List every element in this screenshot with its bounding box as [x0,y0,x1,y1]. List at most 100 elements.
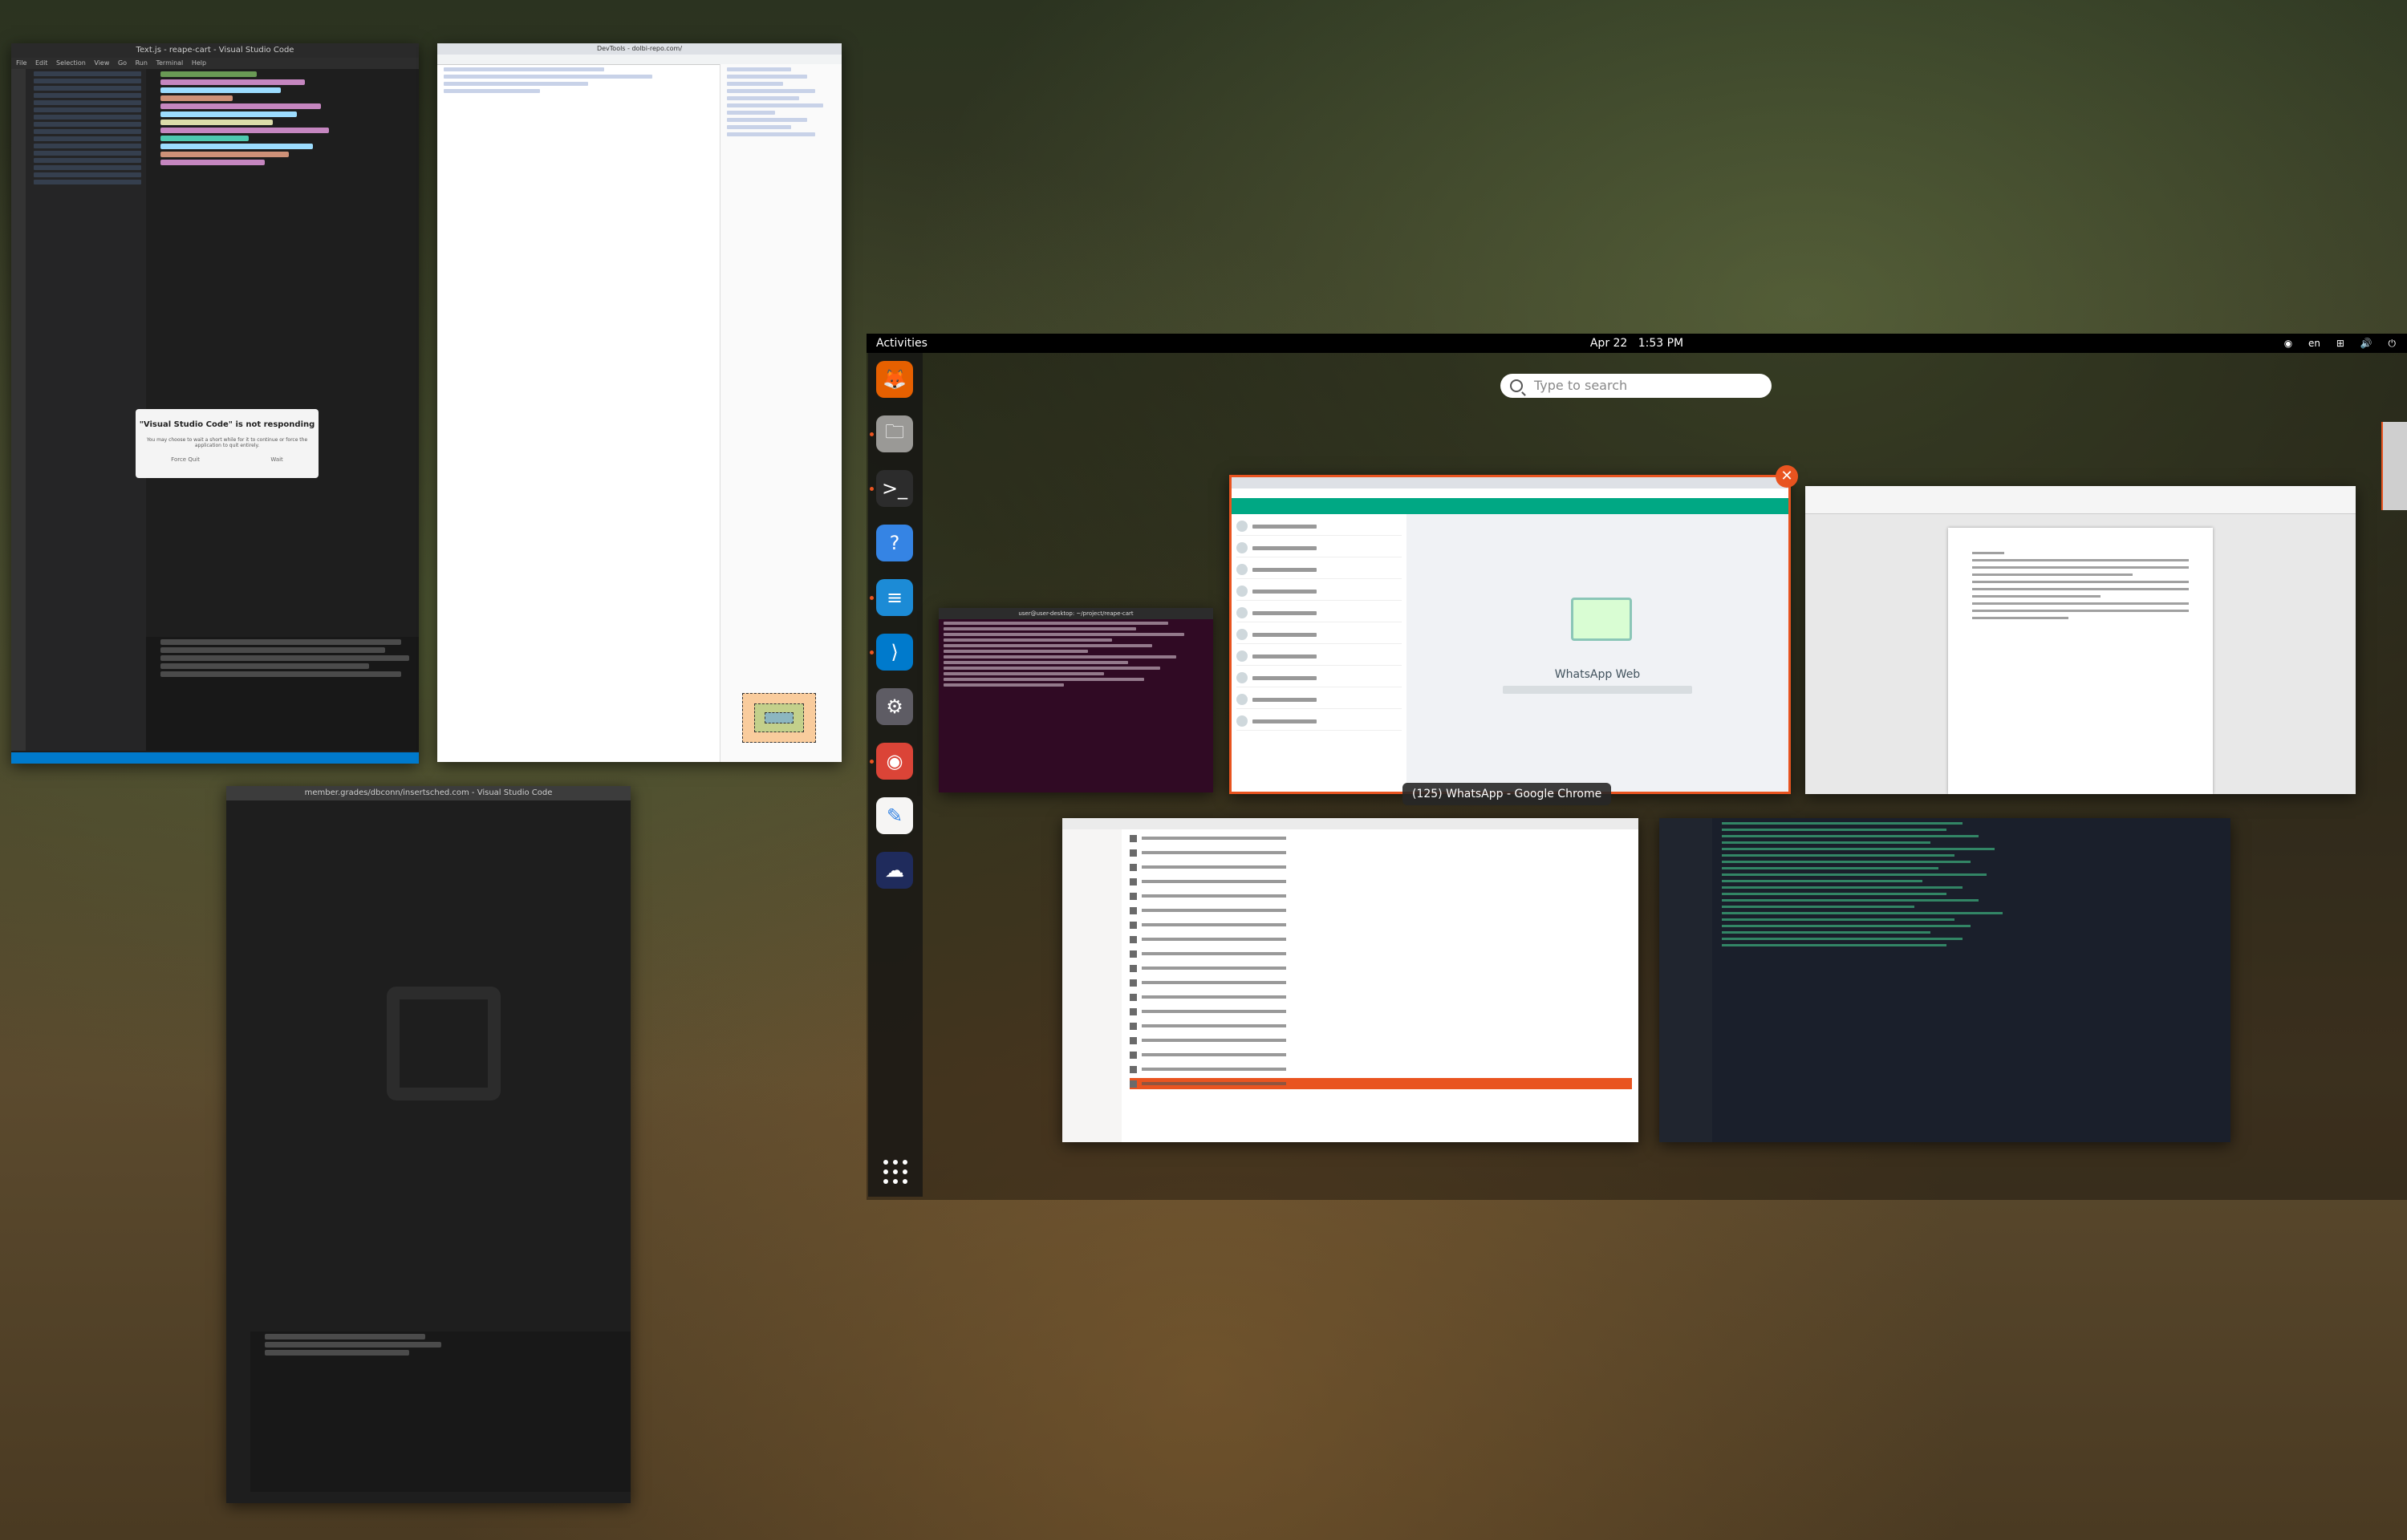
writer-toolbar[interactable] [1805,486,2356,514]
tree-item[interactable] [34,144,141,148]
tree-item[interactable] [34,129,141,134]
tree-item[interactable] [34,136,141,141]
file-row[interactable] [1130,1020,1632,1031]
wait-button[interactable]: Wait [270,456,282,463]
firefox-icon[interactable]: 🦊 [876,361,913,398]
dom-line[interactable] [444,75,652,79]
file-row[interactable] [1130,847,1632,858]
file-row[interactable] [1130,948,1632,959]
files-icon[interactable]: 🗀 [876,415,913,452]
file-row[interactable] [1130,861,1632,873]
menu-selection[interactable]: Selection [56,59,86,67]
clock[interactable]: Apr 22 1:53 PM [867,334,2407,353]
chat-item[interactable] [1236,691,1402,709]
chrome-tray-icon[interactable]: ◉ [2284,338,2292,349]
log-content[interactable] [1712,818,2230,1142]
chat-item[interactable] [1236,517,1402,536]
not-responding-dialog[interactable]: "Visual Studio Code" is not responding Y… [136,409,319,478]
tree-item[interactable] [34,172,141,177]
show-apps-icon[interactable] [882,1158,909,1185]
files-window[interactable] [1062,818,1638,1142]
chat-item[interactable] [1236,626,1402,644]
tree-item[interactable] [34,71,141,76]
file-row[interactable] [1130,876,1632,887]
tree-item[interactable] [34,100,141,105]
chrome-icon[interactable]: ◉ [876,743,913,780]
files-sidebar[interactable] [1062,829,1122,1142]
file-row[interactable] [1130,962,1632,974]
menu-go[interactable]: Go [118,59,127,67]
chat-list[interactable] [1232,514,1407,792]
chrome-whatsapp-window[interactable]: WhatsApp Web [1229,475,1791,794]
menu-edit[interactable]: Edit [35,59,48,67]
offscreen-window-edge[interactable] [2381,422,2407,510]
writer-icon[interactable]: ≡ [876,579,913,616]
volume-icon[interactable]: 🔊 [2360,338,2372,349]
search-input[interactable]: Type to search [1500,374,1772,398]
log-viewer-window[interactable] [1659,818,2230,1142]
tree-item[interactable] [34,79,141,83]
chat-item[interactable] [1236,561,1402,579]
terminal-icon[interactable]: >_ [876,470,913,507]
tree-item[interactable] [34,158,141,163]
menu-run[interactable]: Run [136,59,148,67]
code-editor[interactable] [146,69,419,614]
power-icon[interactable]: ⏻ [2389,338,2397,349]
chat-item[interactable] [1236,669,1402,687]
tree-item[interactable] [34,107,141,112]
file-row[interactable] [1130,1006,1632,1017]
file-row[interactable] [1130,991,1632,1003]
file-row[interactable] [1130,890,1632,902]
vscode-window[interactable]: Text.js - reape-cart - Visual Studio Cod… [11,43,419,764]
file-row[interactable] [1130,1064,1632,1075]
log-sidebar[interactable] [1659,818,1712,1142]
file-row[interactable] [1130,919,1632,930]
file-row[interactable] [1130,1049,1632,1060]
menu-view[interactable]: View [94,59,109,67]
elements-panel[interactable] [437,64,720,762]
dom-line[interactable] [444,82,588,86]
language-indicator[interactable]: en [2308,338,2320,349]
tree-item[interactable] [34,151,141,156]
chat-item[interactable] [1236,604,1402,622]
menu-bar[interactable]: File Edit Selection View Go Run Terminal… [11,58,419,69]
dom-line[interactable] [444,89,540,93]
file-row[interactable] [1130,977,1632,988]
dock[interactable]: 🦊 🗀 >_? ≡ ⟩ ⚙ ◉ ✎ ☁ [868,353,923,1197]
file-row[interactable] [1130,905,1632,916]
cloud-app-icon[interactable]: ☁ [876,852,913,889]
activity-bar[interactable] [11,69,26,751]
menu-help[interactable]: Help [192,59,206,67]
tree-item[interactable] [34,122,141,127]
file-row[interactable] [1130,833,1632,844]
files-header[interactable] [1062,818,1638,829]
settings-icon[interactable]: ⚙ [876,688,913,725]
system-tray[interactable]: ◉ en ⊞ 🔊 ⏻ [2271,334,2396,353]
network-icon[interactable]: ⊞ [2336,338,2344,349]
vscode-window-secondary[interactable]: member.grades/dbconn/insertsched.com - V… [226,786,631,1503]
chat-item[interactable] [1236,647,1402,666]
chat-item[interactable] [1236,582,1402,601]
styles-panel[interactable] [720,64,842,762]
close-window-button[interactable]: ✕ [1776,465,1798,488]
file-row[interactable] [1130,934,1632,945]
tree-item[interactable] [34,180,141,184]
file-row-selected[interactable] [1130,1078,1632,1089]
force-quit-button[interactable]: Force Quit [171,456,200,463]
help-icon[interactable]: ? [876,525,913,561]
vscode-icon[interactable]: ⟩ [876,634,913,671]
menu-terminal[interactable]: Terminal [156,59,183,67]
libreoffice-writer-window[interactable] [1805,486,2356,794]
chat-item[interactable] [1236,539,1402,557]
text-editor-icon[interactable]: ✎ [876,797,913,834]
tree-item[interactable] [34,93,141,98]
terminal-panel[interactable] [250,1331,631,1492]
terminal-panel[interactable] [146,637,419,751]
file-row[interactable] [1130,1035,1632,1046]
devtools-window[interactable]: DevTools - dolbi-repo.com/ [437,43,842,762]
tree-item[interactable] [34,115,141,120]
chat-item[interactable] [1236,712,1402,731]
dom-line[interactable] [444,67,604,71]
chrome-tab-strip[interactable] [1232,477,1788,488]
terminal-window[interactable]: user@user-desktop: ~/project/reape-cart [939,608,1213,792]
